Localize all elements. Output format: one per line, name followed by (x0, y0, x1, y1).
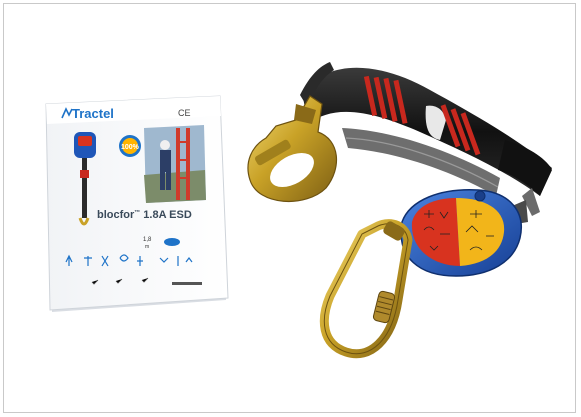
webbing-lanyard (300, 62, 552, 196)
instruction-booklet: Tractel CE 100% blocfor™ 1.8A ESD 1,8 m (45, 95, 229, 312)
brand-name: Tractel (72, 106, 114, 121)
ce-mark: CE (178, 108, 191, 118)
brand-oval-icon (164, 238, 180, 246)
fall-arrest-device (400, 189, 522, 277)
product-title: blocfor™ 1.8A ESD (97, 209, 192, 221)
barcode-strip (172, 282, 202, 285)
carabiner (319, 219, 413, 359)
size-value: 1,8 (143, 237, 152, 243)
product-photo: Tractel CE 100% blocfor™ 1.8A ESD 1,8 m (45, 62, 552, 359)
badge-label: 100% (121, 144, 140, 151)
size-unit: m (145, 244, 149, 250)
climber-photo-icon (144, 125, 206, 203)
